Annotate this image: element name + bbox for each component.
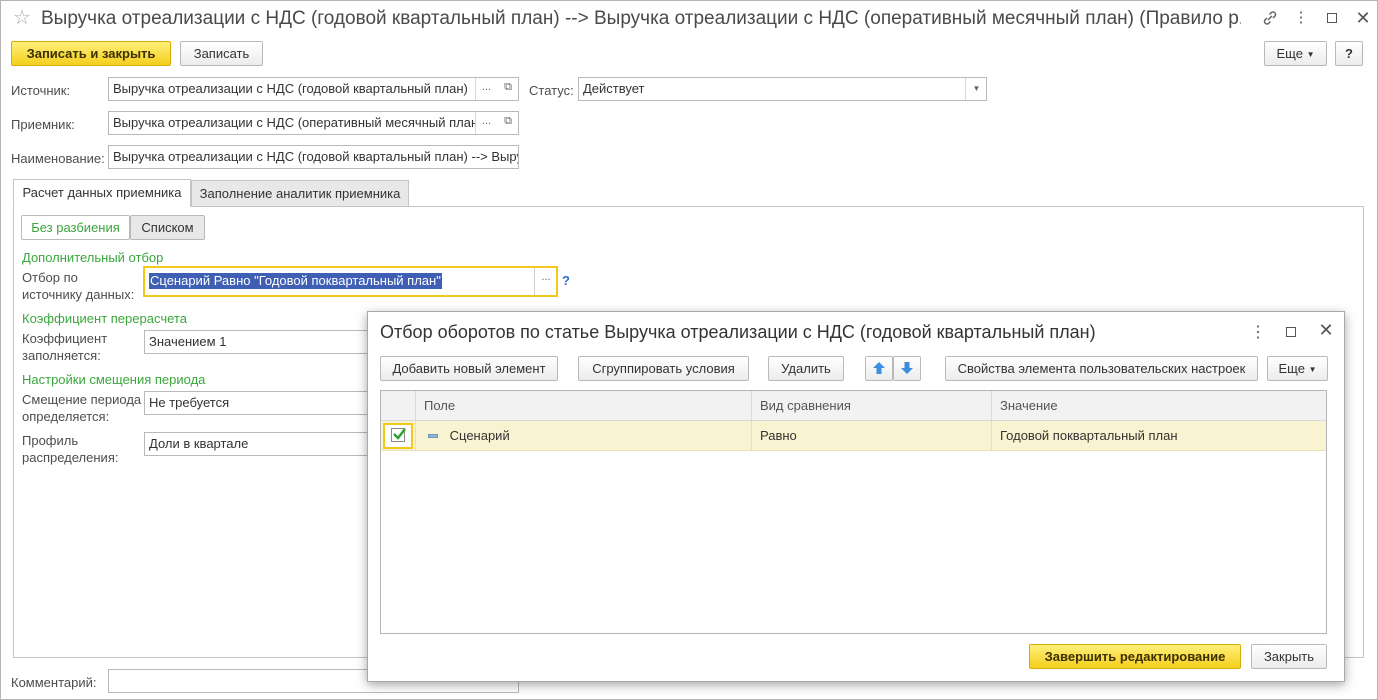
chevron-down-icon: ▼ — [1306, 50, 1315, 60]
save-close-button[interactable]: Записать и закрыть — [11, 41, 171, 66]
name-value: Выручка отреализации с НДС (годовой квар… — [113, 149, 519, 164]
shift-label-1: Смещение периода — [22, 392, 142, 407]
help-button[interactable]: ? — [1335, 41, 1363, 66]
source-value: Выручка отреализации с НДС (годовой квар… — [113, 81, 468, 96]
add-element-button[interactable]: Добавить новый элемент — [380, 356, 558, 381]
source-field[interactable]: Выручка отреализации с НДС (годовой квар… — [108, 77, 519, 101]
subtab-list[interactable]: Списком — [130, 215, 205, 240]
subtab-no-split[interactable]: Без разбиения — [21, 215, 130, 240]
grid-header-value[interactable]: Значение — [991, 391, 1326, 421]
more-button-label: Еще — [1278, 361, 1305, 376]
grid-header: Поле Вид сравнения Значение — [381, 391, 1326, 421]
tab-analytics[interactable]: Заполнение аналитик приемника — [191, 180, 409, 207]
coef-label-2: заполняется: — [22, 348, 101, 363]
title-bar: ☆ Выручка отреализации с НДС (годовой кв… — [1, 1, 1378, 37]
status-label: Статус: — [529, 83, 574, 98]
name-field[interactable]: Выручка отреализации с НДС (годовой квар… — [108, 145, 519, 169]
table-row[interactable]: Сценарий Равно Годовой поквартальный пла… — [381, 421, 1326, 451]
more-button[interactable]: Еще ▼ — [1264, 41, 1327, 66]
maximize-icon[interactable] — [1320, 7, 1344, 29]
finish-editing-button[interactable]: Завершить редактирование — [1029, 644, 1241, 669]
move-down-button[interactable] — [893, 356, 921, 381]
arrow-up-icon — [873, 362, 885, 374]
open-icon[interactable]: ⧉ — [497, 78, 518, 100]
section-extra-filter: Дополнительный отбор — [22, 250, 164, 265]
dropdown-icon[interactable]: ▼ — [965, 78, 986, 100]
more-icon[interactable]: ⋮ — [1248, 322, 1268, 342]
close-icon[interactable]: ✕ — [1316, 320, 1336, 341]
shift-field[interactable]: Не требуется — [144, 391, 370, 415]
check-icon — [393, 428, 406, 440]
section-period-shift: Настройки смещения периода — [22, 372, 206, 387]
name-label: Наименование: — [11, 151, 105, 166]
profile-label-2: распределения: — [22, 450, 119, 465]
coef-label-1: Коэффициент — [22, 331, 108, 346]
more-button[interactable]: Еще ▼ — [1267, 356, 1328, 381]
filter-dialog: Отбор оборотов по статье Выручка отреали… — [367, 311, 1345, 682]
filter-label-1: Отбор по — [22, 270, 78, 285]
profile-field[interactable]: Доли в квартале — [144, 432, 370, 456]
receiver-field[interactable]: Выручка отреализации с НДС (оперативный … — [108, 111, 519, 135]
open-icon[interactable]: ⧉ — [497, 112, 518, 134]
profile-label-1: Профиль — [22, 433, 79, 448]
comment-label: Комментарий: — [11, 675, 97, 690]
receiver-label: Приемник: — [11, 117, 75, 132]
close-button[interactable]: Закрыть — [1251, 644, 1327, 669]
status-value: Действует — [583, 81, 645, 96]
select-button[interactable]: ... — [475, 78, 497, 100]
move-up-button[interactable] — [865, 356, 893, 381]
checkbox-box — [391, 428, 406, 442]
filter-help-icon[interactable]: ? — [562, 273, 570, 288]
more-icon[interactable]: ⋮ — [1289, 7, 1313, 29]
minus-icon — [428, 433, 438, 438]
row-field-cell: Сценарий — [415, 421, 751, 451]
filter-value: Сценарий Равно "Годовой поквартальный пл… — [149, 273, 442, 289]
row-value: Годовой поквартальный план — [991, 421, 1326, 451]
filter-field[interactable]: Сценарий Равно "Годовой поквартальный пл… — [143, 266, 558, 297]
element-properties-button[interactable]: Свойства элемента пользовательских настр… — [945, 356, 1258, 381]
window-title: Выручка отреализации с НДС (годовой квар… — [41, 8, 1241, 29]
close-icon[interactable]: ✕ — [1351, 7, 1375, 29]
row-comparison: Равно — [751, 421, 991, 451]
dialog-title: Отбор оборотов по статье Выручка отреали… — [380, 322, 1096, 342]
chevron-down-icon: ▼ — [1308, 365, 1317, 375]
field-divider — [534, 268, 535, 295]
status-field[interactable]: Действует ▼ — [578, 77, 987, 101]
source-label: Источник: — [11, 83, 71, 98]
grid-header-check — [381, 391, 415, 421]
delete-button[interactable]: Удалить — [768, 356, 844, 381]
save-button[interactable]: Записать — [180, 41, 263, 66]
maximize-icon[interactable] — [1281, 323, 1301, 343]
select-button[interactable]: ... — [537, 271, 555, 283]
row-field: Сценарий — [449, 428, 510, 443]
receiver-value: Выручка отреализации с НДС (оперативный … — [113, 115, 479, 130]
grid-header-comparison[interactable]: Вид сравнения — [751, 391, 991, 421]
group-conditions-button[interactable]: Сгруппировать условия — [578, 356, 749, 381]
select-button[interactable]: ... — [475, 112, 497, 134]
coef-field[interactable]: Значением 1 — [144, 330, 370, 354]
tab-calculation[interactable]: Расчет данных приемника — [13, 179, 191, 207]
link-icon[interactable] — [1258, 7, 1282, 29]
more-button-label: Еще — [1276, 46, 1303, 61]
star-icon[interactable]: ☆ — [13, 6, 31, 30]
row-checkbox[interactable] — [383, 423, 413, 449]
grid-header-field[interactable]: Поле — [415, 391, 751, 421]
section-coefficient: Коэффициент перерасчета — [22, 311, 187, 326]
filter-grid: Поле Вид сравнения Значение Сценарий Рав… — [380, 390, 1327, 634]
shift-label-2: определяется: — [22, 409, 110, 424]
filter-label-2: источнику данных: — [22, 287, 135, 302]
arrow-down-icon — [901, 362, 913, 374]
